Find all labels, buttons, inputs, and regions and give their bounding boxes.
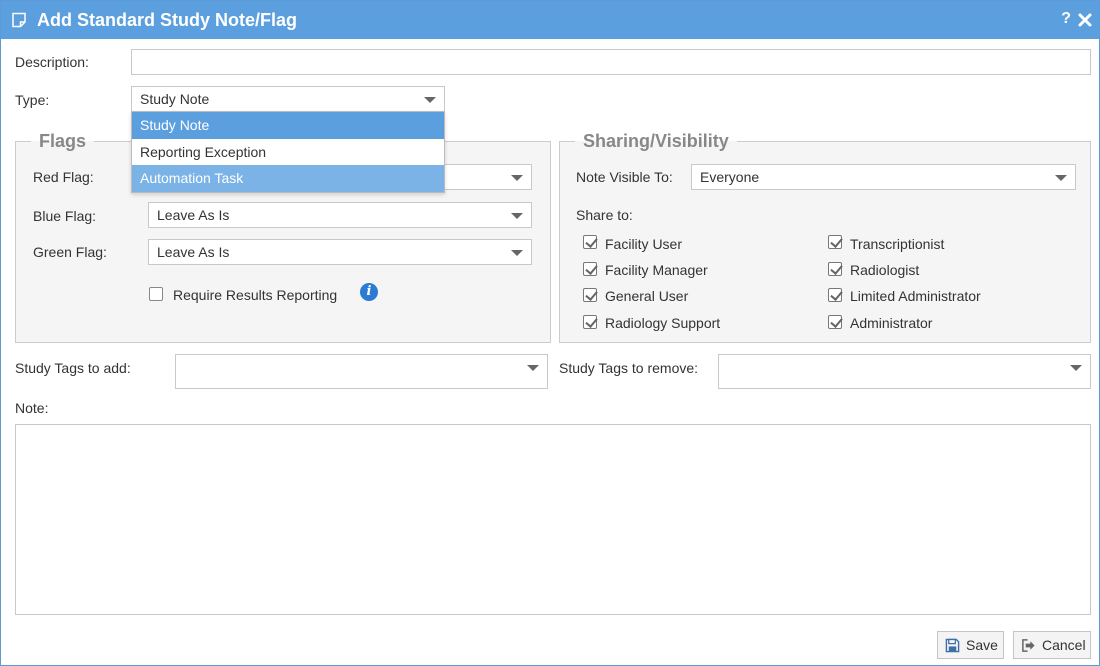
- green-flag-value: Leave As Is: [157, 244, 230, 260]
- type-select-value: Study Note: [140, 91, 210, 107]
- share-radiology-support-checkbox[interactable]: [583, 315, 597, 329]
- tags-remove-label: Study Tags to remove:: [559, 360, 699, 376]
- share-transcriptionist-checkbox[interactable]: [828, 235, 842, 249]
- share-role-label: Administrator: [850, 315, 933, 331]
- blue-flag-select[interactable]: Leave As Is: [148, 202, 532, 228]
- share-role-label: Facility Manager: [605, 262, 708, 278]
- type-dropdown-list: Study Note Reporting Exception Automatio…: [131, 111, 445, 193]
- green-flag-label: Green Flag:: [33, 244, 107, 260]
- require-results-label: Require Results Reporting: [173, 287, 338, 303]
- share-facility-manager-checkbox[interactable]: [583, 262, 597, 276]
- visible-to-value: Everyone: [700, 169, 760, 185]
- tags-remove-select[interactable]: [718, 354, 1091, 389]
- flags-legend: Flags: [39, 131, 87, 151]
- cancel-button-label: Cancel: [1042, 637, 1086, 653]
- require-results-checkbox[interactable]: [149, 287, 163, 301]
- info-icon[interactable]: i: [360, 283, 378, 301]
- chevron-down-icon: [511, 250, 523, 256]
- share-administrator-checkbox[interactable]: [828, 315, 842, 329]
- description-input[interactable]: [131, 49, 1091, 75]
- tags-add-select[interactable]: [175, 354, 548, 389]
- type-select[interactable]: Study Note: [131, 86, 445, 112]
- blue-flag-label: Blue Flag:: [33, 208, 97, 224]
- chevron-down-icon: [424, 97, 436, 103]
- sign-out-icon: [1022, 639, 1035, 652]
- visible-to-select[interactable]: Everyone: [691, 164, 1076, 190]
- share-role-label: Facility User: [605, 236, 683, 252]
- chevron-down-icon: [527, 365, 539, 371]
- note-label: Note:: [15, 400, 49, 416]
- share-role-label: Limited Administrator: [850, 288, 981, 304]
- chevron-down-icon: [1070, 365, 1082, 371]
- note-icon: [12, 12, 26, 28]
- description-label: Description:: [15, 54, 89, 70]
- type-option-study-note[interactable]: Study Note: [132, 112, 444, 139]
- share-limited-admin-checkbox[interactable]: [828, 288, 842, 302]
- dialog-title: Add Standard Study Note/Flag: [37, 10, 298, 30]
- red-flag-label: Red Flag:: [33, 169, 94, 185]
- close-icon[interactable]: [1077, 12, 1093, 28]
- help-icon[interactable]: ?: [1061, 10, 1071, 28]
- add-study-note-dialog: Add Standard Study Note/Flag ? Descripti…: [0, 0, 1100, 666]
- type-label: Type:: [15, 92, 50, 108]
- type-option-automation-task[interactable]: Automation Task: [132, 165, 444, 192]
- share-facility-user-checkbox[interactable]: [583, 235, 597, 249]
- blue-flag-value: Leave As Is: [157, 207, 230, 223]
- save-button[interactable]: Save: [937, 631, 1004, 659]
- sharing-legend: Sharing/Visibility: [583, 131, 729, 151]
- cancel-button[interactable]: Cancel: [1013, 631, 1091, 659]
- share-role-label: General User: [605, 288, 689, 304]
- chevron-down-icon: [511, 213, 523, 219]
- share-radiologist-checkbox[interactable]: [828, 262, 842, 276]
- green-flag-select[interactable]: Leave As Is: [148, 239, 532, 265]
- share-role-label: Transcriptionist: [850, 236, 945, 252]
- share-role-label: Radiology Support: [605, 315, 721, 331]
- share-general-user-checkbox[interactable]: [583, 288, 597, 302]
- title-bar: Add Standard Study Note/Flag ?: [1, 1, 1099, 39]
- save-button-label: Save: [966, 637, 998, 653]
- share-to-label: Share to:: [576, 207, 633, 223]
- visible-to-label: Note Visible To:: [576, 169, 673, 185]
- note-textarea[interactable]: [15, 424, 1091, 615]
- share-role-label: Radiologist: [850, 262, 920, 278]
- floppy-disk-icon: [945, 638, 960, 653]
- tags-add-label: Study Tags to add:: [15, 360, 131, 376]
- chevron-down-icon: [511, 175, 523, 181]
- chevron-down-icon: [1055, 175, 1067, 181]
- type-option-reporting-exception[interactable]: Reporting Exception: [132, 139, 444, 166]
